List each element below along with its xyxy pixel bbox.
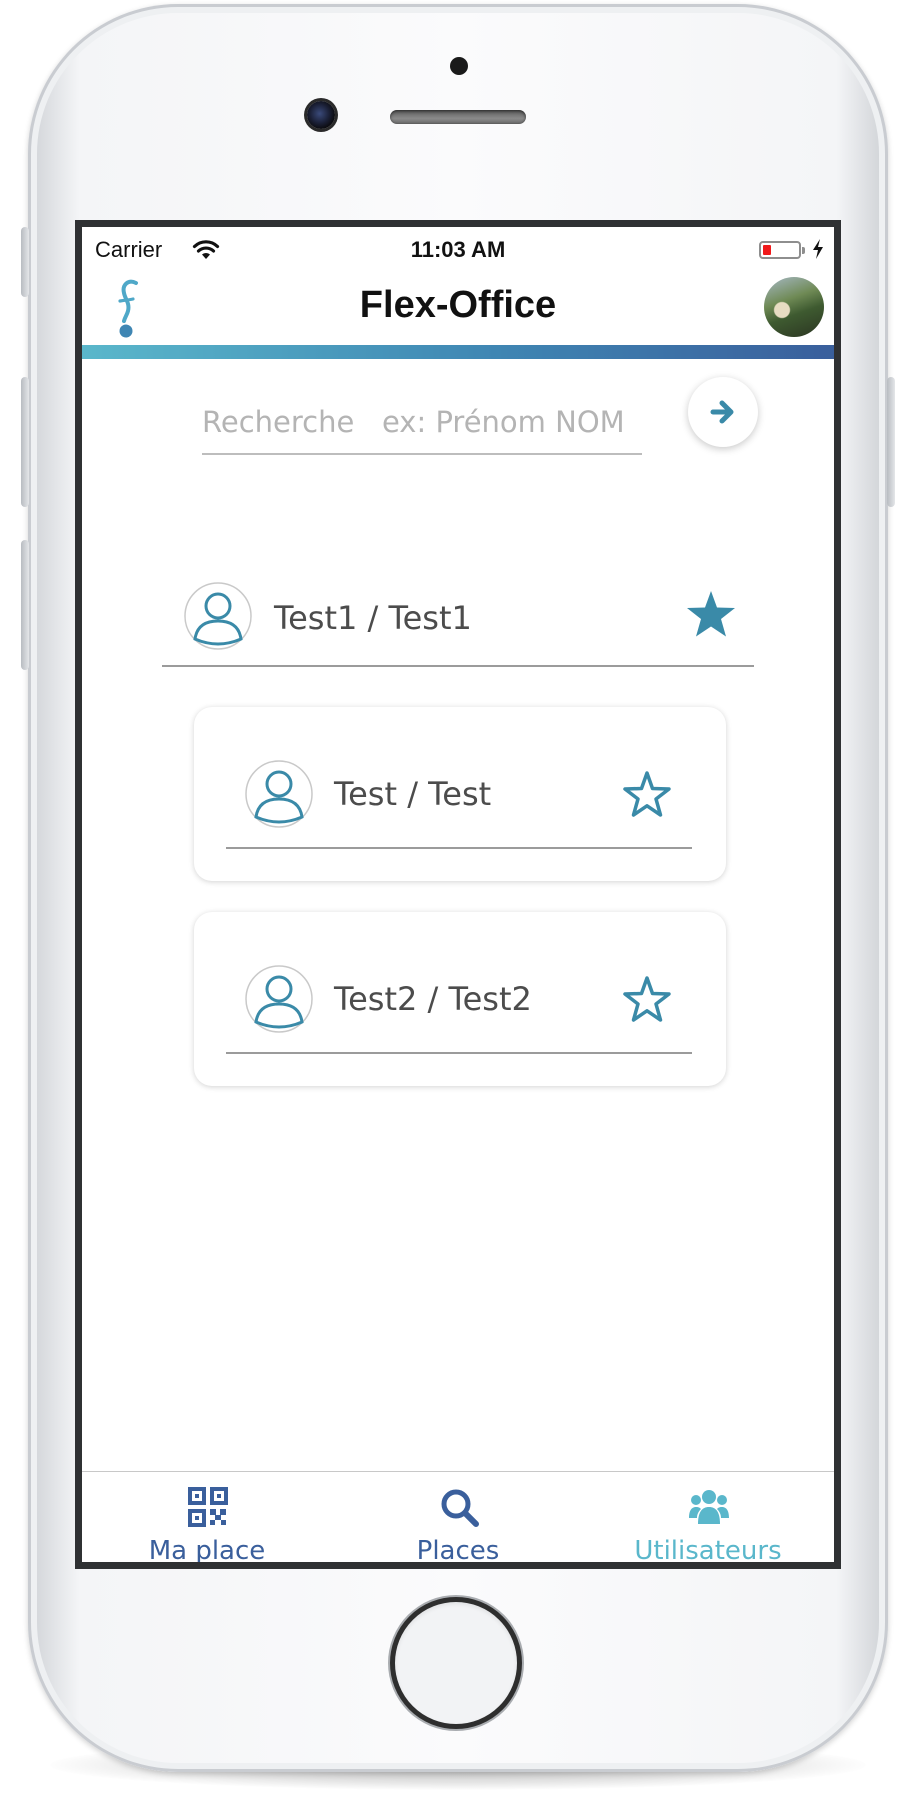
tab-label: Places xyxy=(416,1536,500,1566)
front-camera xyxy=(307,101,335,129)
tab-label: Utilisateurs xyxy=(634,1536,782,1566)
user-name: Test2 / Test2 xyxy=(334,980,532,1018)
battery-level xyxy=(763,245,771,255)
user-row-favorite[interactable]: Test1 / Test1 xyxy=(162,565,754,667)
proximity-sensor xyxy=(450,57,468,75)
tab-label: Ma place xyxy=(148,1536,266,1566)
app-title: Flex-Office xyxy=(359,284,557,326)
header-gradient-bar xyxy=(82,345,834,359)
star-outline-icon[interactable] xyxy=(621,974,673,1024)
user-row[interactable]: Test2 / Test2 xyxy=(226,950,692,1054)
search-icon xyxy=(441,1489,479,1527)
status-time: 11:03 AM xyxy=(410,237,506,262)
tab-utilisateurs[interactable]: Utilisateurs xyxy=(583,1472,833,1566)
search-submit-button[interactable] xyxy=(688,377,758,447)
tab-ma-place[interactable]: Ma place xyxy=(82,1472,332,1566)
user-avatar-icon xyxy=(184,582,252,650)
battery-tip xyxy=(802,247,805,254)
user-card: Test2 / Test2 xyxy=(194,912,726,1086)
users-icon xyxy=(689,1490,729,1524)
battery-icon xyxy=(759,241,801,259)
volume-up-button xyxy=(21,377,29,507)
home-button[interactable] xyxy=(390,1597,522,1729)
user-card: Test / Test xyxy=(194,707,726,881)
user-name: Test1 / Test1 xyxy=(274,599,472,637)
tab-places[interactable]: Places xyxy=(333,1472,583,1566)
user-row[interactable]: Test / Test xyxy=(226,745,692,849)
user-avatar-icon xyxy=(245,760,313,828)
power-button xyxy=(887,377,895,507)
volume-down-button xyxy=(21,540,29,670)
silent-switch xyxy=(21,227,29,297)
status-bar: Carrier 11:03 AM xyxy=(82,227,834,267)
charging-bolt-icon xyxy=(813,239,823,259)
earpiece-speaker xyxy=(390,110,526,124)
qr-code-icon xyxy=(188,1487,228,1527)
search-input[interactable] xyxy=(202,395,642,449)
profile-avatar[interactable] xyxy=(764,277,824,337)
arrow-right-icon xyxy=(710,400,734,424)
user-name: Test / Test xyxy=(334,775,492,813)
star-filled-icon[interactable] xyxy=(685,589,737,639)
tab-bar: Ma place Places Utilisateurs xyxy=(82,1471,834,1566)
app-header: Flex-Office xyxy=(82,267,834,345)
user-avatar-icon xyxy=(245,965,313,1033)
search-field xyxy=(202,395,642,455)
app-screen: Carrier 11:03 AM Flex-Office Recherche e… xyxy=(75,220,841,1569)
star-outline-icon[interactable] xyxy=(621,769,673,819)
